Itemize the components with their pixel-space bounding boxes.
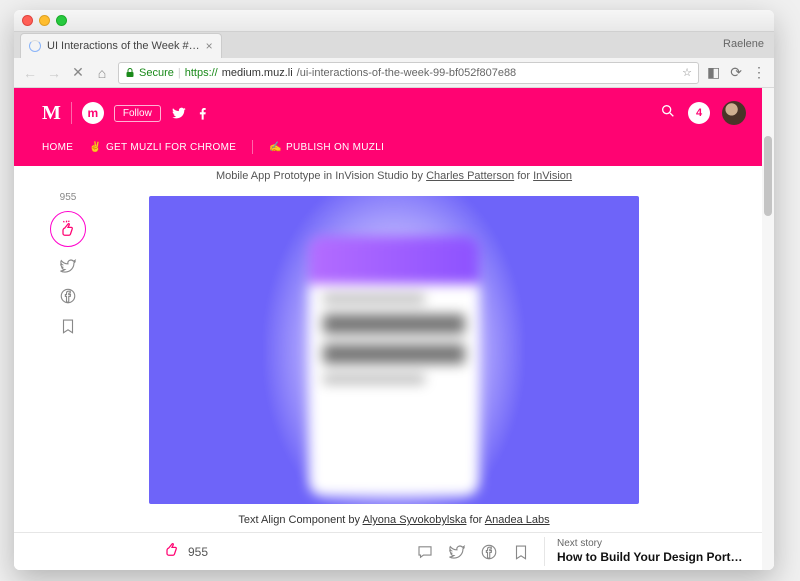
next-story-label: Next story bbox=[557, 537, 744, 550]
browser-tab[interactable]: UI Interactions of the Week #… × bbox=[20, 33, 222, 58]
logo-separator bbox=[71, 102, 72, 124]
home-button[interactable]: ⌂ bbox=[94, 65, 110, 81]
clap-icon bbox=[58, 219, 78, 239]
tab-title: UI Interactions of the Week #… bbox=[47, 40, 200, 52]
nav-home[interactable]: HOME bbox=[42, 142, 73, 153]
next-story-box[interactable]: Next story How to Build Your Design Port… bbox=[544, 537, 744, 566]
nav-publish[interactable]: ✍PUBLISH ON MUZLI bbox=[269, 142, 384, 153]
article-bottom-bar: 955 Next story How to Build Your Design … bbox=[14, 532, 762, 570]
caption-company-link[interactable]: Anadea Labs bbox=[485, 514, 550, 526]
bookmark-share-icon[interactable] bbox=[512, 543, 530, 561]
extension-icons: ◧ ⟳ ⋮ bbox=[707, 64, 766, 81]
article-content: Mobile App Prototype in InVision Studio … bbox=[14, 166, 774, 546]
url-path: /ui-interactions-of-the-week-99-bf052f80… bbox=[297, 67, 517, 79]
clap-icon-small bbox=[162, 539, 182, 564]
prev-company-link[interactable]: InVision bbox=[533, 170, 572, 182]
rail-twitter-icon[interactable] bbox=[57, 255, 79, 277]
article-image bbox=[149, 196, 639, 504]
nav-get-muzli[interactable]: ✌GET MUZLI FOR CHROME bbox=[89, 142, 236, 153]
search-icon[interactable] bbox=[660, 103, 676, 124]
minimize-window-button[interactable] bbox=[39, 15, 50, 26]
secure-label: Secure bbox=[139, 67, 174, 79]
facebook-share-icon[interactable] bbox=[480, 543, 498, 561]
chrome-menu-icon[interactable]: ⋮ bbox=[752, 64, 766, 81]
caption-author-link[interactable]: Alyona Syvokobylska bbox=[363, 514, 467, 526]
header-right: 4 bbox=[660, 101, 746, 125]
lock-icon bbox=[125, 68, 135, 78]
rail-clap-count: 955 bbox=[60, 192, 77, 203]
address-bar[interactable]: Secure | https://medium.muz.li/ui-intera… bbox=[118, 62, 699, 84]
page-viewport: M m Follow 4 HOME ✌GET MUZLI FOR CHROME bbox=[14, 88, 774, 570]
prev-author-link[interactable]: Charles Patterson bbox=[426, 170, 514, 182]
close-window-button[interactable] bbox=[22, 15, 33, 26]
next-story-title: How to Build Your Design Port… bbox=[557, 550, 744, 566]
twitter-share-icon[interactable] bbox=[448, 543, 466, 561]
extension-icon-1[interactable]: ◧ bbox=[707, 64, 720, 81]
tab-close-icon[interactable]: × bbox=[206, 39, 213, 53]
chrome-profile-name[interactable]: Raelene bbox=[723, 38, 764, 53]
back-button[interactable]: ← bbox=[22, 65, 38, 81]
browser-window: UI Interactions of the Week #… × Raelene… bbox=[14, 10, 774, 570]
url-host: medium.muz.li bbox=[222, 67, 293, 79]
extension-icon-2[interactable]: ⟳ bbox=[730, 64, 742, 81]
phone-mockup bbox=[309, 236, 479, 496]
header-social bbox=[171, 105, 211, 121]
medium-logo[interactable]: M bbox=[42, 102, 61, 125]
reload-button[interactable]: ✕ bbox=[70, 65, 86, 81]
bookmark-star-icon[interactable]: ☆ bbox=[682, 66, 692, 79]
tab-loading-icon bbox=[29, 40, 41, 52]
browser-tabstrip: UI Interactions of the Week #… × Raelene bbox=[14, 32, 774, 58]
maximize-window-button[interactable] bbox=[56, 15, 67, 26]
comment-icon[interactable] bbox=[416, 543, 434, 561]
facebook-icon[interactable] bbox=[195, 105, 211, 121]
traffic-lights bbox=[22, 15, 67, 26]
header-row-nav: HOME ✌GET MUZLI FOR CHROME ✍PUBLISH ON M… bbox=[42, 130, 746, 164]
publication-header: M m Follow 4 HOME ✌GET MUZLI FOR CHROME bbox=[14, 88, 774, 166]
previous-image-caption: Mobile App Prototype in InVision Studio … bbox=[42, 166, 746, 196]
header-row-top: M m Follow 4 bbox=[42, 96, 746, 130]
article-left-rail: 955 bbox=[50, 192, 86, 337]
url-scheme: https:// bbox=[185, 67, 218, 79]
muzli-logo[interactable]: m bbox=[82, 102, 104, 124]
nav-separator bbox=[252, 140, 253, 154]
twitter-icon[interactable] bbox=[171, 105, 187, 121]
forward-button[interactable]: → bbox=[46, 65, 62, 81]
rail-facebook-icon[interactable] bbox=[57, 285, 79, 307]
follow-button[interactable]: Follow bbox=[114, 105, 161, 122]
user-avatar[interactable] bbox=[722, 101, 746, 125]
bottom-claps[interactable]: 955 bbox=[162, 539, 208, 564]
rail-bookmark-icon[interactable] bbox=[57, 315, 79, 337]
bottom-share-icons bbox=[416, 543, 530, 561]
notification-badge[interactable]: 4 bbox=[688, 102, 710, 124]
bottom-clap-count: 955 bbox=[188, 545, 208, 559]
clap-button[interactable] bbox=[50, 211, 86, 247]
macos-titlebar bbox=[14, 10, 774, 32]
browser-toolbar: ← → ✕ ⌂ Secure | https://medium.muz.li/u… bbox=[14, 58, 774, 88]
